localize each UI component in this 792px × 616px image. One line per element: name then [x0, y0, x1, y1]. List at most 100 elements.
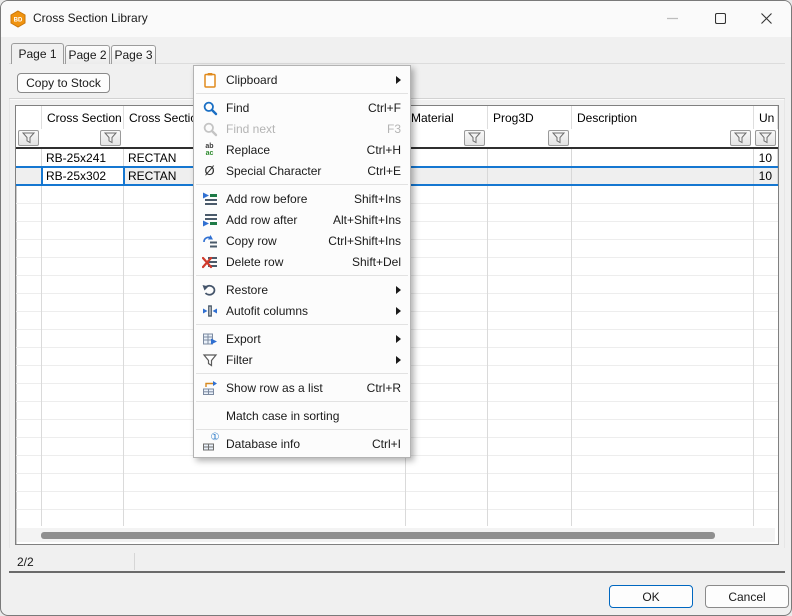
add-row-before-icon	[201, 191, 218, 207]
find-icon	[201, 100, 218, 116]
maximize-button[interactable]	[697, 1, 743, 35]
autofit-columns-icon	[201, 303, 218, 319]
menu-separator	[196, 275, 408, 276]
filter-button-description[interactable]	[730, 130, 751, 146]
cell-cross-section[interactable]: RB-25x241	[42, 149, 124, 167]
cross-section-library-dialog: BD Cross Section Library Page 1 Page 2 P…	[0, 0, 792, 616]
minimize-icon	[667, 13, 678, 24]
show-row-as-list-icon	[201, 380, 218, 396]
clipboard-icon	[201, 72, 218, 88]
filter-funnel-icon	[22, 132, 35, 144]
column-header-description[interactable]: Description	[572, 106, 754, 129]
context-menu: Clipboard Find Ctrl+F Find next F3 abac …	[193, 65, 411, 458]
grid-column-line	[571, 186, 572, 526]
menu-item-find[interactable]: Find Ctrl+F	[194, 97, 410, 118]
window-title: Cross Section Library	[33, 11, 148, 25]
export-icon	[201, 331, 218, 347]
cell-description[interactable]	[572, 149, 754, 167]
filter-funnel-icon	[104, 132, 117, 144]
record-count: 2/2	[17, 555, 34, 569]
column-header-un[interactable]: Un	[754, 106, 778, 129]
menu-item-database-info[interactable]: ① Database info Ctrl+I	[194, 433, 410, 454]
submenu-arrow-icon	[396, 76, 401, 84]
copy-to-stock-button[interactable]: Copy to Stock	[17, 73, 110, 93]
horizontal-scrollbar-thumb[interactable]	[41, 532, 715, 539]
submenu-arrow-icon	[396, 307, 401, 315]
status-bar-divider	[134, 553, 135, 570]
menu-separator	[196, 324, 408, 325]
find-next-icon	[201, 121, 218, 137]
grid-column-line	[41, 186, 42, 526]
cell-material[interactable]	[406, 149, 488, 167]
panel-edge-left	[9, 99, 10, 548]
delete-row-icon	[201, 254, 218, 270]
column-header-cross-section[interactable]: Cross Section	[42, 106, 124, 129]
column-header-selector[interactable]	[16, 106, 42, 129]
app-icon: BD	[9, 10, 27, 28]
menu-item-match-case-in-sorting[interactable]: Match case in sorting	[194, 405, 410, 426]
cancel-button[interactable]: Cancel	[705, 585, 789, 608]
maximize-icon	[715, 13, 726, 24]
submenu-arrow-icon	[396, 286, 401, 294]
menu-separator	[196, 93, 408, 94]
special-character-icon: Ø	[201, 163, 218, 179]
cell-un[interactable]: 10	[754, 149, 778, 167]
focused-cell-cross-section[interactable]: RB-25x302	[41, 166, 125, 186]
menu-separator	[196, 373, 408, 374]
menu-item-show-row-as-list[interactable]: Show row as a list Ctrl+R	[194, 377, 410, 398]
cell-prog3d[interactable]	[488, 149, 572, 167]
menu-item-replace[interactable]: abac Replace Ctrl+H	[194, 139, 410, 160]
database-info-icon: ①	[201, 436, 218, 452]
menu-separator	[196, 184, 408, 185]
menu-item-export[interactable]: Export	[194, 328, 410, 349]
menu-item-special-character[interactable]: Ø Special Character Ctrl+E	[194, 160, 410, 181]
copy-row-icon	[201, 233, 218, 249]
filter-funnel-icon	[759, 132, 772, 144]
filter-button-selector[interactable]	[18, 130, 39, 146]
panel-edge-right	[784, 99, 785, 548]
filter-button-un[interactable]	[755, 130, 776, 146]
cell-prog3d[interactable]	[488, 167, 572, 185]
column-header-prog3d[interactable]: Prog3D	[488, 106, 572, 129]
row-selector-cell[interactable]	[16, 149, 42, 167]
close-icon	[761, 13, 772, 24]
menu-separator	[196, 429, 408, 430]
filter-icon	[201, 352, 218, 368]
restore-icon	[201, 282, 218, 298]
submenu-arrow-icon	[396, 335, 401, 343]
row-selector-cell[interactable]	[16, 167, 42, 185]
ok-button[interactable]: OK	[609, 585, 693, 608]
menu-item-restore[interactable]: Restore	[194, 279, 410, 300]
menu-item-autofit-columns[interactable]: Autofit columns	[194, 300, 410, 321]
grid-column-line	[123, 186, 124, 526]
cell-material[interactable]	[406, 167, 488, 185]
svg-text:BD: BD	[14, 18, 23, 24]
column-header-material[interactable]: Material	[406, 106, 488, 129]
menu-item-clipboard[interactable]: Clipboard	[194, 69, 410, 90]
menu-item-add-row-before[interactable]: Add row before Shift+Ins	[194, 188, 410, 209]
menu-item-copy-row[interactable]: Copy row Ctrl+Shift+Ins	[194, 230, 410, 251]
grid-column-line	[753, 186, 754, 526]
replace-icon: abac	[201, 142, 218, 158]
close-button[interactable]	[743, 1, 789, 35]
filter-button-material[interactable]	[464, 130, 485, 146]
menu-item-add-row-after[interactable]: Add row after Alt+Shift+Ins	[194, 209, 410, 230]
menu-item-find-next[interactable]: Find next F3	[194, 118, 410, 139]
tab-page-3[interactable]: Page 3	[111, 45, 156, 64]
menu-item-filter[interactable]: Filter	[194, 349, 410, 370]
filter-button-prog3d[interactable]	[548, 130, 569, 146]
no-icon	[201, 408, 218, 424]
cell-un[interactable]: 10	[754, 167, 778, 185]
add-row-after-icon	[201, 212, 218, 228]
minimize-button[interactable]	[649, 1, 695, 35]
title-bar: BD Cross Section Library	[1, 1, 791, 37]
submenu-arrow-icon	[396, 356, 401, 364]
menu-separator	[196, 401, 408, 402]
grid-column-line	[487, 186, 488, 526]
menu-item-delete-row[interactable]: Delete row Shift+Del	[194, 251, 410, 272]
cell-description[interactable]	[572, 167, 754, 185]
filter-button-cross-section[interactable]	[100, 130, 121, 146]
tab-page-1[interactable]: Page 1	[11, 43, 64, 64]
horizontal-scrollbar[interactable]	[17, 528, 775, 542]
tab-page-2[interactable]: Page 2	[65, 45, 110, 64]
